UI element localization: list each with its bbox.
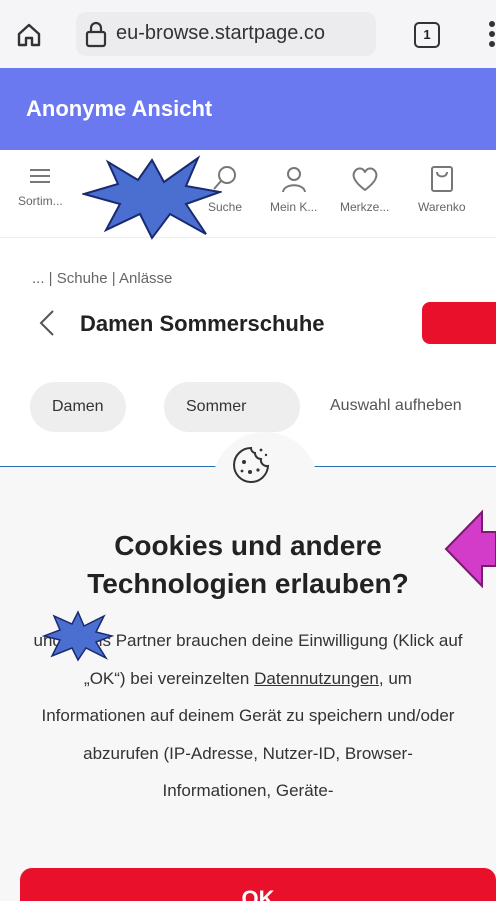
nav-item-merkzettel[interactable]: Merkze...	[340, 164, 389, 214]
modal-title-line: Technologien erlauben?	[87, 568, 409, 599]
user-icon	[281, 167, 306, 193]
anonymous-view-banner: Anonyme Ansicht	[0, 68, 496, 150]
nav-item-mein-konto[interactable]: Mein K...	[270, 164, 317, 214]
arrow-annotation-icon	[444, 509, 496, 589]
browser-toolbar: eu-browse.startpage.co 1	[0, 0, 496, 68]
home-icon[interactable]	[16, 22, 42, 48]
breadcrumb[interactable]: ... | Schuhe | Anlässe	[32, 270, 172, 287]
tab-switcher-button[interactable]: 1	[414, 22, 440, 48]
modal-title-line: Cookies und andere	[114, 530, 382, 561]
lock-icon	[85, 21, 107, 48]
heart-icon	[352, 167, 378, 191]
clear-filters-link[interactable]: Auswahl aufheben	[330, 397, 462, 415]
nav-label: Sortim...	[18, 194, 63, 208]
filter-chip-sommer[interactable]: Sommer	[164, 382, 300, 432]
back-chevron-icon[interactable]	[38, 308, 56, 338]
url-text: eu-browse.startpage.co	[116, 22, 326, 44]
modal-title: Cookies und andere Technologien erlauben…	[0, 527, 496, 603]
ok-button[interactable]: OK	[20, 868, 496, 901]
more-menu-icon[interactable]	[486, 16, 496, 52]
nav-item-warenkorb[interactable]: Warenko	[418, 164, 466, 214]
data-usage-link[interactable]: Datennutzungen	[254, 669, 379, 688]
banner-title: Anonyme Ansicht	[26, 96, 213, 121]
redaction-block	[422, 302, 496, 344]
starburst-annotation-icon	[82, 155, 222, 240]
shop-navigation: Sortim... Suche Mein K... Merkze... Ware…	[0, 150, 496, 238]
hamburger-icon	[30, 169, 51, 183]
cookie-icon	[233, 446, 270, 483]
nav-label: Mein K...	[270, 200, 318, 214]
nav-label: Warenko	[418, 200, 466, 214]
address-bar[interactable]: eu-browse.startpage.co	[76, 12, 376, 56]
nav-label: Merkze...	[340, 200, 390, 214]
nav-item-sortiment[interactable]: Sortim...	[18, 164, 63, 208]
body-text: , um Informationen auf deinem Gerät zu s…	[41, 668, 455, 801]
starburst-annotation-icon	[42, 610, 114, 662]
filter-chip-damen[interactable]: Damen	[30, 382, 126, 432]
bag-icon	[430, 166, 453, 192]
page-title: Damen Sommerschuhe	[80, 311, 325, 336]
